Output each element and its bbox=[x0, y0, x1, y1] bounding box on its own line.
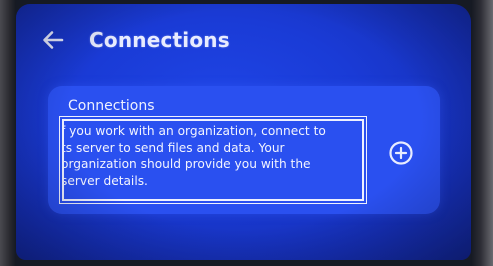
description-highlight-box: f you work with an organization, connect… bbox=[59, 116, 367, 204]
photo-frame: Connections Connections f you work with … bbox=[0, 0, 493, 266]
card-title: Connections bbox=[68, 98, 155, 114]
page-title: Connections bbox=[89, 28, 230, 52]
phone-screen: Connections Connections f you work with … bbox=[16, 4, 471, 260]
card-description-line: f you work with an organization, connect… bbox=[62, 124, 326, 138]
connections-card: Connections f you work with an organizat… bbox=[48, 86, 440, 214]
card-description-line: ts server to send files and data. Your bbox=[62, 140, 285, 155]
plus-circle-icon bbox=[388, 140, 414, 166]
add-connection-button[interactable] bbox=[388, 140, 414, 166]
card-description-line: organization should provide you with the bbox=[62, 157, 311, 171]
phone-bezel-right bbox=[471, 0, 493, 266]
app-bar: Connections bbox=[16, 4, 471, 74]
back-button[interactable] bbox=[38, 26, 68, 54]
phone-bezel-left bbox=[0, 0, 16, 266]
arrow-left-icon bbox=[42, 30, 64, 50]
card-description-line: server details. bbox=[62, 173, 148, 188]
